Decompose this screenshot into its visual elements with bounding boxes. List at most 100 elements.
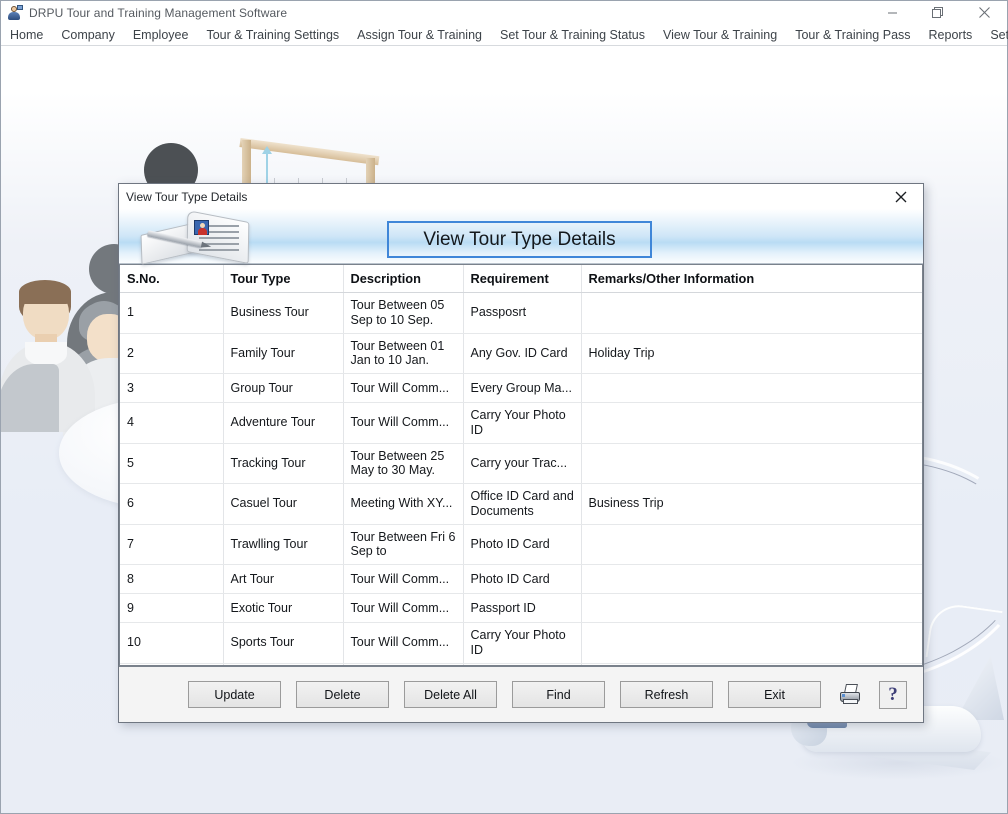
column-header-description[interactable]: Description xyxy=(343,265,464,293)
menu-item-settings[interactable]: Settings xyxy=(981,24,1008,46)
cell-sno[interactable]: 7 xyxy=(120,524,224,565)
cell-remarks[interactable]: Business Trip xyxy=(581,483,922,525)
cell-requirement[interactable]: Carry your Trac... xyxy=(463,443,582,484)
table-row[interactable]: 9 Exotic Tour Tour Will Comm... Passport ID xyxy=(120,593,922,623)
column-header-remarks[interactable]: Remarks/Other Information xyxy=(581,265,922,293)
menu-item-reports[interactable]: Reports xyxy=(920,24,982,46)
cell-sno[interactable]: 10 xyxy=(120,622,224,664)
cell-remarks[interactable] xyxy=(581,373,922,403)
cell-description[interactable]: Tour Will Comm... xyxy=(343,564,464,594)
cell-sno[interactable]: 9 xyxy=(120,593,224,623)
cell-description[interactable]: Tour Between 05 Sep to 10 Sep. xyxy=(343,292,464,334)
table-row[interactable]: 10 Sports Tour Tour Will Comm... Carry Your… xyxy=(120,622,922,664)
window-titlebar: DRPU Tour and Training Management Softwa… xyxy=(1,1,1007,24)
menu-bar: Home Company Employee Tour & Training Se… xyxy=(1,24,1008,46)
exit-button[interactable]: Exit xyxy=(728,681,821,708)
cell-sno[interactable]: 6 xyxy=(120,483,224,525)
table-row[interactable]: 6 Casuel Tour Meeting With XY... Office ID … xyxy=(120,483,922,525)
tour-type-table: S.No. Tour Type Description Requirement … xyxy=(120,265,922,665)
cell-tour-type[interactable]: Adventure Tour xyxy=(223,402,344,444)
cell-tour-type[interactable]: Sports Tour xyxy=(223,622,344,664)
help-button[interactable]: ? xyxy=(879,680,907,709)
cell-description[interactable]: Tour Between Fri 6 Sep to xyxy=(343,524,464,565)
cell-sno[interactable]: 1 xyxy=(120,292,224,334)
cell-remarks[interactable] xyxy=(581,292,922,334)
cell-tour-type[interactable]: Business Tour xyxy=(223,292,344,334)
cell-tour-type[interactable]: Exotic Tour xyxy=(223,593,344,623)
table-row[interactable]: 3 Group Tour Tour Will Comm... Every Group … xyxy=(120,373,922,403)
delete-button[interactable]: Delete xyxy=(296,681,389,708)
cell-requirement[interactable]: Carry Your Photo ID xyxy=(463,402,582,444)
delete-all-button[interactable]: Delete All xyxy=(404,681,497,708)
cell-tour-type[interactable]: Group Tour xyxy=(223,373,344,403)
cell-remarks[interactable] xyxy=(581,622,922,664)
cell-description[interactable]: Tour Between 01 Jan to 10 Jan. xyxy=(343,333,464,374)
column-header-sno[interactable]: S.No. xyxy=(120,265,224,293)
table-row[interactable]: 8 Art Tour Tour Will Comm... Photo ID Card xyxy=(120,564,922,594)
menu-item-home[interactable]: Home xyxy=(1,24,52,46)
menu-item-tour-training-settings[interactable]: Tour & Training Settings xyxy=(197,24,348,46)
menu-item-assign-tour-training[interactable]: Assign Tour & Training xyxy=(348,24,491,46)
column-header-requirement[interactable]: Requirement xyxy=(463,265,582,293)
cell-description[interactable]: Tour Will Comm... xyxy=(343,593,464,623)
print-button[interactable] xyxy=(836,681,864,709)
menu-item-set-tour-training-status[interactable]: Set Tour & Training Status xyxy=(491,24,654,46)
find-button[interactable]: Find xyxy=(512,681,605,708)
table-row[interactable]: 2 Family Tour Tour Between 01 Jan to 10 Ja… xyxy=(120,333,922,374)
menu-item-view-tour-training[interactable]: View Tour & Training xyxy=(654,24,786,46)
cell-sno[interactable]: 2 xyxy=(120,333,224,374)
cell-tour-type[interactable]: Tracking Tour xyxy=(223,443,344,484)
cell-requirement[interactable]: Office ID Card and Documents xyxy=(463,483,582,525)
tour-type-table-container[interactable]: S.No. Tour Type Description Requirement … xyxy=(119,264,923,666)
cell-tour-type[interactable]: Trawlling Tour xyxy=(223,524,344,565)
view-tour-type-details-dialog: View Tour Type Details View Tour Type De… xyxy=(118,183,924,723)
cell-requirement[interactable]: Carry Your Photo ID xyxy=(463,622,582,664)
dialog-close-icon[interactable] xyxy=(879,184,923,209)
close-button[interactable] xyxy=(961,1,1007,24)
cell-requirement[interactable]: Passposrt xyxy=(463,292,582,334)
application-window: DRPU Tour and Training Management Softwa… xyxy=(0,0,1008,814)
cell-description[interactable]: Meeting With XY... xyxy=(343,483,464,525)
person-illustration-collar xyxy=(25,342,67,366)
cell-remarks[interactable] xyxy=(581,564,922,594)
cell-remarks[interactable] xyxy=(581,402,922,444)
minimize-button[interactable] xyxy=(869,1,915,24)
cell-description[interactable]: Tour Will Comm... xyxy=(343,622,464,664)
cell-sno[interactable]: 5 xyxy=(120,443,224,484)
cell-tour-type[interactable]: Casuel Tour xyxy=(223,483,344,525)
cell-requirement[interactable]: Any Gov. ID Card xyxy=(463,333,582,374)
cell-remarks[interactable] xyxy=(581,443,922,484)
cell-sno[interactable]: 4 xyxy=(120,402,224,444)
table-row[interactable]: 1 Business Tour Tour Between 05 Sep to 10 … xyxy=(120,292,922,334)
cell-sno[interactable]: 3 xyxy=(120,373,224,403)
cell-description[interactable]: Tour Will Comm... xyxy=(343,373,464,403)
cell-remarks[interactable] xyxy=(581,593,922,623)
cell-tour-type[interactable]: Art Tour xyxy=(223,564,344,594)
refresh-button[interactable]: Refresh xyxy=(620,681,713,708)
table-row[interactable]: 4 Adventure Tour Tour Will Comm... Carry Yo… xyxy=(120,402,922,444)
cell-requirement[interactable]: Photo ID Card xyxy=(463,524,582,565)
cell-description[interactable]: Tour Between 25 May to 30 May. xyxy=(343,443,464,484)
menu-item-company[interactable]: Company xyxy=(52,24,124,46)
cell-remarks[interactable]: Holiday Trip xyxy=(581,333,922,374)
table-row[interactable]: 7 Trawlling Tour Tour Between Fri 6 Sep to… xyxy=(120,524,922,565)
menu-item-employee[interactable]: Employee xyxy=(124,24,198,46)
user-badge-icon xyxy=(7,4,23,21)
cell-requirement[interactable]: Every Group Ma... xyxy=(463,373,582,403)
table-row[interactable]: 5 Tracking Tour Tour Between 25 May to 30 … xyxy=(120,443,922,484)
cell-tour-type[interactable]: Family Tour xyxy=(223,333,344,374)
cell-description[interactable]: Tour Will Comm... xyxy=(343,402,464,444)
maximize-button[interactable] xyxy=(915,1,961,24)
cell-remarks[interactable] xyxy=(581,524,922,565)
cell-requirement[interactable]: Passport ID xyxy=(463,593,582,623)
menu-item-tour-training-pass[interactable]: Tour & Training Pass xyxy=(786,24,919,46)
cell-sno[interactable]: 8 xyxy=(120,564,224,594)
column-header-tour-type[interactable]: Tour Type xyxy=(223,265,344,293)
banner-title: View Tour Type Details xyxy=(423,228,616,250)
person-illustration-hair-top xyxy=(19,280,71,304)
printer-icon xyxy=(839,683,861,706)
table-body: 1 Business Tour Tour Between 05 Sep to 10 … xyxy=(120,292,922,665)
cell-requirement[interactable]: Photo ID Card xyxy=(463,564,582,594)
update-button[interactable]: Update xyxy=(188,681,281,708)
person-illustration-shoulder xyxy=(1,364,59,432)
